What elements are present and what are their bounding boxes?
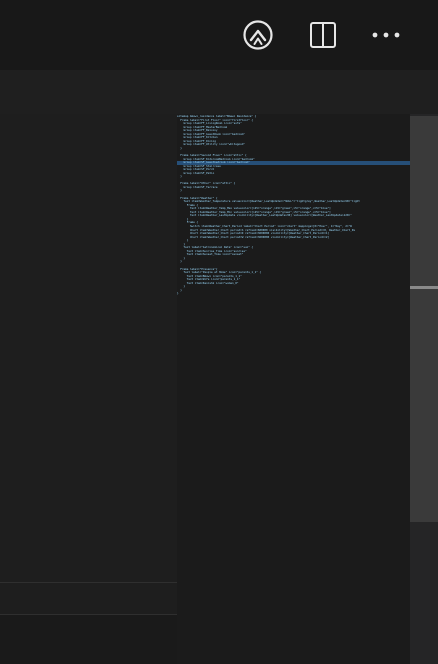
panel-divider	[0, 582, 177, 583]
panel-footer	[0, 615, 177, 664]
code-editor[interactable]: sitemap bmawi_residence label="Bmawi Res…	[177, 114, 410, 664]
scrollbar-thumb[interactable]	[410, 116, 438, 522]
scrollbar-cursor-marker	[410, 286, 438, 289]
tab-bar-gap	[0, 70, 438, 114]
code-content[interactable]: sitemap bmawi_residence label="Bmawi Res…	[177, 114, 410, 296]
more-actions-icon[interactable]	[365, 14, 407, 56]
split-editor-icon[interactable]	[302, 14, 344, 56]
code-line[interactable]: }	[177, 292, 410, 296]
copilot-icon[interactable]	[237, 14, 279, 56]
title-bar	[0, 0, 438, 70]
